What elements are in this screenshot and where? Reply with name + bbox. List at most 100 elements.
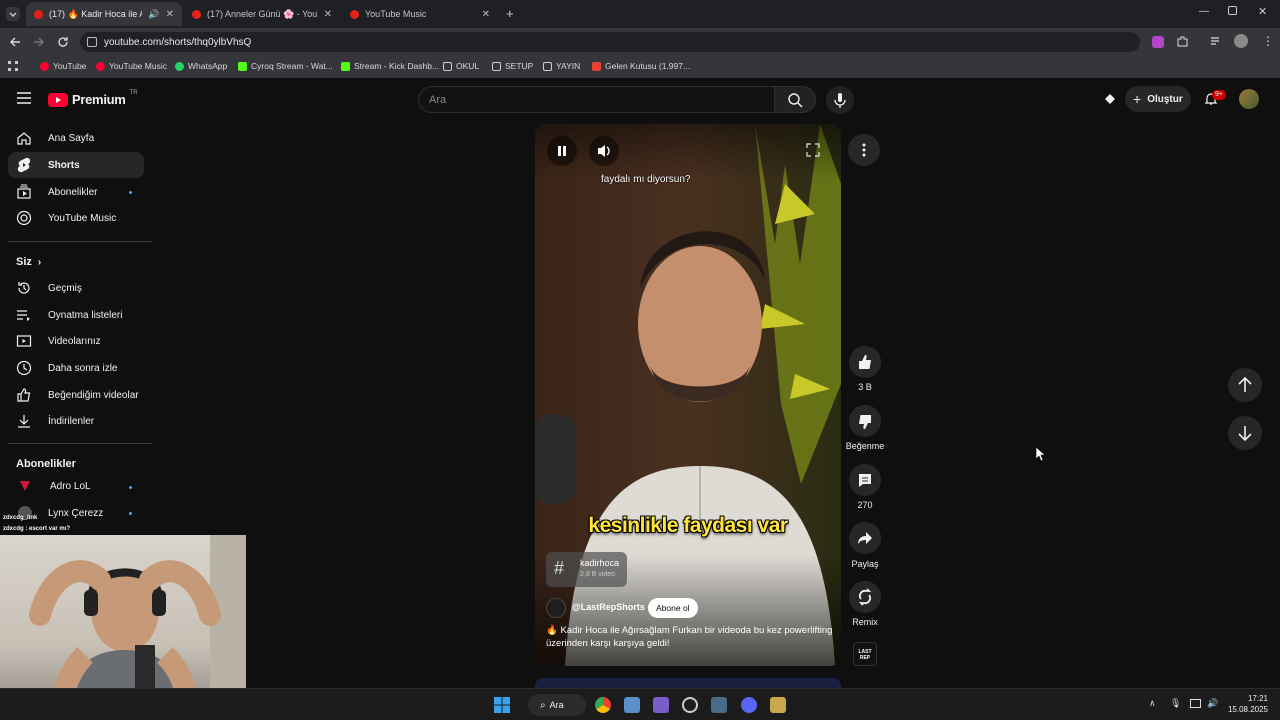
channel-name[interactable]: @LastRepShorts bbox=[572, 602, 645, 612]
taskbar-search[interactable]: ⌕ Ara bbox=[528, 694, 586, 716]
extension-icon[interactable] bbox=[1152, 36, 1164, 48]
restore-icon[interactable] bbox=[1228, 6, 1237, 15]
sidebar-channel-adro-lol[interactable]: Adro LoL bbox=[8, 473, 144, 499]
windows-start-icon[interactable] bbox=[494, 697, 510, 713]
back-icon[interactable] bbox=[8, 35, 22, 49]
voice-search-button[interactable] bbox=[826, 86, 854, 114]
shorts-video-player[interactable]: faydalı mı diyorsun? kesinlikle faydası … bbox=[535, 124, 841, 666]
download-icon bbox=[18, 415, 30, 428]
close-tab-icon[interactable]: ✕ bbox=[482, 9, 490, 20]
create-ai-icon[interactable] bbox=[1103, 92, 1117, 106]
address-bar[interactable]: youtube.com/shorts/thq0ylbVhsQ bbox=[80, 32, 1140, 52]
sidebar-item-youtube-music[interactable]: YouTube Music bbox=[8, 205, 144, 231]
next-short-button[interactable] bbox=[1228, 416, 1262, 450]
site-info-icon[interactable] bbox=[87, 37, 97, 47]
app-taskbar-icon[interactable] bbox=[682, 697, 698, 713]
sidebar-item-your-videos[interactable]: Videolarınız bbox=[8, 328, 144, 354]
microphone-tray-icon[interactable]: 🎙 bbox=[1170, 698, 1181, 709]
sidebar-item-playlists[interactable]: Oynatma listeleri bbox=[8, 302, 144, 328]
chrome-taskbar-icon[interactable] bbox=[595, 697, 611, 713]
sidebar-item-downloads[interactable]: İndirilenler bbox=[8, 408, 144, 434]
bookmark-youtube-music[interactable]: YouTube Music bbox=[96, 61, 167, 71]
app-taskbar-icon[interactable] bbox=[711, 697, 727, 713]
comments-button[interactable] bbox=[849, 464, 881, 496]
browser-tab-active[interactable]: (17) 🔥 Kadir Hoca ile Ağır 🔊 ✕ bbox=[26, 2, 182, 26]
taskbar-clock[interactable]: 17:21 15.08.2025 bbox=[1224, 693, 1268, 715]
bookmark-folder-okul[interactable]: OKUL bbox=[443, 61, 479, 71]
close-tab-icon[interactable]: ✕ bbox=[324, 9, 332, 20]
bookmark-cyroq[interactable]: Cyroq Stream - Wat... bbox=[238, 61, 333, 71]
browser-tab-strip: (17) 🔥 Kadir Hoca ile Ağır 🔊 ✕ (17) Anne… bbox=[0, 0, 1280, 28]
account-avatar[interactable] bbox=[1239, 89, 1259, 109]
bookmark-folder-setup[interactable]: SETUP bbox=[492, 61, 533, 71]
bookmark-kick-dashboard[interactable]: Stream - Kick Dashb... bbox=[341, 61, 439, 71]
sidebar-item-watch-later[interactable]: Daha sonra izle bbox=[8, 355, 144, 381]
display-tray-icon[interactable] bbox=[1190, 699, 1201, 708]
discord-taskbar-icon[interactable] bbox=[741, 697, 757, 713]
subscribe-button[interactable]: Abone ol bbox=[648, 598, 698, 618]
media-controls-icon[interactable] bbox=[1210, 35, 1223, 48]
sound-thumbnail[interactable]: LAST REP bbox=[853, 642, 877, 666]
next-short-preview[interactable] bbox=[535, 678, 841, 688]
minimize-icon[interactable]: — bbox=[1199, 6, 1209, 17]
close-tab-icon[interactable]: ✕ bbox=[166, 9, 174, 20]
share-button[interactable] bbox=[849, 522, 881, 554]
sidebar-subscriptions-header: Abonelikler bbox=[16, 458, 76, 470]
dislike-button[interactable] bbox=[849, 405, 881, 437]
bookmark-gmail[interactable]: Gelen Kutusu (1.997... bbox=[592, 61, 690, 71]
pause-button[interactable] bbox=[547, 136, 577, 166]
channel-avatar bbox=[20, 481, 30, 491]
youtube-favicon-icon bbox=[192, 9, 201, 19]
channel-avatar[interactable] bbox=[546, 598, 566, 618]
sidebar-you-header[interactable]: Siz › bbox=[16, 256, 41, 268]
speaker-icon: 🔊 bbox=[148, 8, 160, 19]
league-taskbar-icon[interactable] bbox=[770, 697, 786, 713]
file-explorer-icon[interactable] bbox=[624, 697, 640, 713]
speaker-tray-icon[interactable]: 🔊 bbox=[1207, 698, 1218, 709]
youtube-premium-logo[interactable]: Premium TR bbox=[48, 90, 138, 107]
sidebar-item-subscriptions[interactable]: Abonelikler bbox=[8, 179, 144, 205]
tab-search-button[interactable] bbox=[6, 7, 20, 21]
browser-menu-icon[interactable]: ⋮ bbox=[1262, 34, 1274, 48]
sidebar-item-history[interactable]: Geçmiş bbox=[8, 275, 144, 301]
tray-overflow-icon[interactable]: ∧ bbox=[1149, 698, 1156, 709]
search-button[interactable] bbox=[775, 86, 816, 113]
extensions-puzzle-icon[interactable] bbox=[1176, 35, 1189, 48]
reload-icon[interactable] bbox=[56, 35, 70, 49]
sidebar-channel-lynx-cerezz[interactable]: Lynx Çerezz bbox=[8, 500, 144, 526]
bookmark-whatsapp[interactable]: WhatsApp bbox=[175, 61, 227, 71]
browser-tab[interactable]: (17) Anneler Günü 🌸 - YouTub ✕ bbox=[184, 2, 340, 26]
bookmark-youtube[interactable]: YouTube bbox=[40, 61, 86, 71]
search-input[interactable]: Ara bbox=[418, 86, 775, 113]
sidebar-item-liked-videos[interactable]: Beğendiğim videolar bbox=[8, 382, 144, 408]
forward-icon[interactable] bbox=[32, 35, 46, 49]
previous-short-button[interactable] bbox=[1228, 368, 1262, 402]
youtube-music-icon bbox=[96, 61, 105, 71]
bookmark-folder-yayin[interactable]: YAYIN bbox=[543, 61, 580, 71]
volume-button[interactable] bbox=[589, 136, 619, 166]
sidebar-item-shorts[interactable]: Shorts bbox=[8, 152, 144, 178]
like-button[interactable] bbox=[849, 346, 881, 378]
close-window-icon[interactable]: ✕ bbox=[1258, 5, 1267, 18]
app-taskbar-icon[interactable] bbox=[653, 697, 669, 713]
profile-avatar[interactable] bbox=[1234, 34, 1248, 48]
apps-grid-icon[interactable] bbox=[8, 61, 18, 71]
create-button[interactable]: + Oluştur bbox=[1125, 86, 1191, 112]
share-label: Paylaş bbox=[851, 559, 879, 569]
bookmarks-bar: YouTube YouTube Music WhatsApp Cyroq Str… bbox=[0, 56, 1280, 78]
sidebar-item-home[interactable]: Ana Sayfa bbox=[8, 125, 144, 151]
fullscreen-icon[interactable] bbox=[806, 143, 820, 157]
share-icon bbox=[858, 532, 872, 544]
comment-icon bbox=[859, 474, 871, 487]
browser-tab[interactable]: YouTube Music ✕ bbox=[342, 2, 498, 26]
subscriptions-icon bbox=[17, 184, 31, 199]
hamburger-menu-icon[interactable] bbox=[17, 92, 31, 104]
hashtag-chip[interactable]: # kadirhoca 2,8 B video bbox=[546, 552, 627, 587]
volume-icon bbox=[598, 145, 610, 157]
whatsapp-icon bbox=[175, 61, 184, 71]
url-text: youtube.com/shorts/thq0ylbVhsQ bbox=[104, 36, 252, 48]
video-caption: kesinlikle faydası var bbox=[588, 514, 788, 537]
remix-button[interactable] bbox=[849, 581, 881, 613]
more-options-button[interactable] bbox=[848, 134, 880, 166]
new-tab-icon[interactable]: + bbox=[506, 6, 514, 21]
